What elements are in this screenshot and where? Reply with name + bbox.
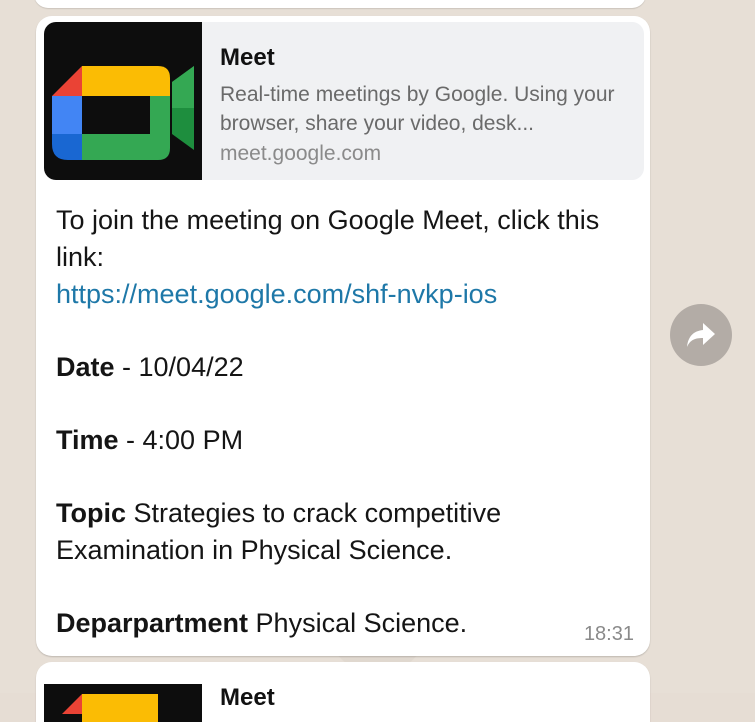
link-preview-domain: meet.google.com — [220, 142, 382, 165]
link-preview-card[interactable]: Meet Real-time meetings by Google. Using… — [44, 22, 644, 180]
link-preview-title: Meet — [220, 44, 275, 71]
topic-label: Topic — [56, 498, 126, 528]
meeting-link[interactable]: https://meet.google.com/shf-nvkp-ios — [56, 279, 497, 309]
google-meet-logo-icon — [62, 694, 158, 722]
link-preview-thumbnail — [44, 22, 202, 180]
message-timestamp: 18:31 — [583, 623, 634, 645]
next-link-preview-title: Meet — [220, 684, 275, 711]
message-text: To join the meeting on Google Meet, clic… — [56, 202, 646, 642]
google-meet-logo-icon — [52, 66, 194, 160]
department-line: Deparpartment Physical Science. — [56, 605, 646, 642]
time-line: Time - 4:00 PM — [56, 422, 646, 459]
next-message-bubble[interactable]: Meet — [36, 662, 650, 722]
next-link-preview-thumbnail — [44, 684, 202, 722]
time-value: - 4:00 PM — [118, 425, 244, 455]
message-bubble[interactable]: Meet Real-time meetings by Google. Using… — [36, 16, 650, 656]
time-label: Time — [56, 425, 119, 455]
meeting-intro-text: To join the meeting on Google Meet, clic… — [56, 205, 600, 272]
topic-line: Topic Strategies to crack competitive Ex… — [56, 495, 646, 569]
forward-arrow-icon — [687, 323, 715, 347]
department-value: Physical Science. — [248, 608, 468, 638]
link-preview-description: Real-time meetings by Google. Using your… — [220, 83, 615, 135]
previous-message-bubble[interactable] — [34, 0, 646, 8]
department-label: Deparpartment — [56, 608, 249, 638]
forward-button[interactable] — [670, 304, 732, 366]
date-value: - 10/04/22 — [114, 352, 244, 382]
date-label: Date — [56, 352, 115, 382]
date-line: Date - 10/04/22 — [56, 349, 646, 386]
